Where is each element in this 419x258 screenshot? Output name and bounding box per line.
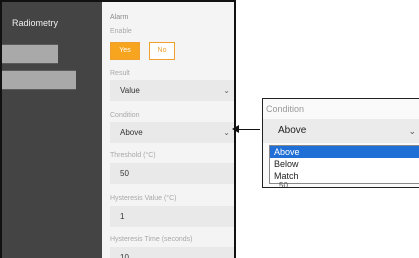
hysteresis-time-label: Hysteresis Time (seconds) <box>110 236 193 243</box>
threshold-value: 50 <box>120 169 129 178</box>
hysteresis-time-input[interactable]: 10 <box>110 247 234 258</box>
condition-value: Above <box>120 128 143 137</box>
sidebar-item[interactable] <box>2 70 76 90</box>
condition-dropdown-zoom: Condition Above ⌄ Above Below Match 50 <box>262 98 419 188</box>
app-panel: Radiometry Alarm Enable Yes No Result Va… <box>0 0 236 258</box>
zoom-selected-value: Above <box>278 125 307 136</box>
result-select[interactable]: Value ⌄ <box>110 80 234 101</box>
sidebar: Radiometry <box>2 2 102 258</box>
threshold-input[interactable]: 50 <box>110 163 234 184</box>
zoom-condition-label: Condition <box>266 104 305 114</box>
chevron-down-icon: ⌄ <box>223 128 230 137</box>
sidebar-title[interactable]: Radiometry <box>12 18 58 28</box>
settings-form: Alarm Enable Yes No Result Value ⌄ Condi… <box>102 2 234 258</box>
no-button[interactable]: No <box>149 42 175 60</box>
option-above[interactable]: Above <box>270 146 419 158</box>
callout-arrow-line <box>236 129 260 130</box>
condition-label: Condition <box>110 112 140 119</box>
enable-label: Enable <box>110 28 132 35</box>
threshold-label: Threshold (°C) <box>110 152 156 159</box>
condition-select[interactable]: Above ⌄ <box>110 122 234 143</box>
result-label: Result <box>110 70 130 77</box>
option-below[interactable]: Below <box>270 158 419 170</box>
sidebar-item[interactable] <box>2 44 58 64</box>
hysteresis-value-label: Hysteresis Value (°C) <box>110 195 177 202</box>
hysteresis-value: 1 <box>120 212 125 221</box>
alarm-label: Alarm <box>110 14 129 21</box>
hysteresis-value-input[interactable]: 1 <box>110 206 234 227</box>
obscured-threshold-value: 50 <box>279 181 288 188</box>
hysteresis-time-value: 10 <box>120 253 129 258</box>
result-value: Value <box>120 86 140 95</box>
option-match[interactable]: Match <box>270 170 419 182</box>
yes-button[interactable]: Yes <box>110 42 140 60</box>
chevron-down-icon: ⌄ <box>408 126 416 136</box>
arrow-left-icon <box>232 125 239 133</box>
dropdown-options: Above Below Match <box>269 145 419 184</box>
chevron-down-icon: ⌄ <box>223 86 230 95</box>
zoom-condition-select[interactable]: Above ⌄ <box>263 119 419 143</box>
